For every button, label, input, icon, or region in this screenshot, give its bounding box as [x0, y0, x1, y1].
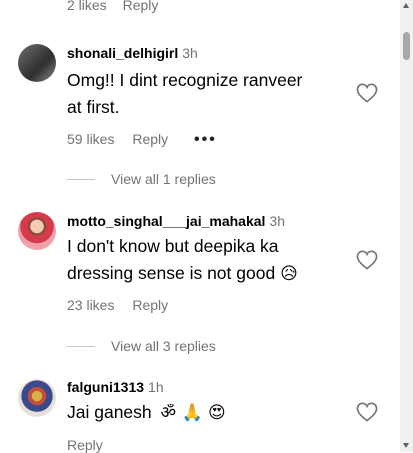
comment-time: 3h [182, 45, 198, 61]
comment-text: I don't know but deepika ka dressing sen… [67, 233, 357, 288]
heart-icon[interactable] [356, 83, 378, 103]
comment-text-line: at first. [67, 97, 120, 117]
comment-text: Omg!! I dint recognize ranveer at first. [67, 67, 367, 121]
scroll-down-arrow-icon[interactable] [403, 443, 409, 448]
heart-icon[interactable] [356, 402, 378, 422]
comment-header: motto_singhal___jai_mahakal 3h [67, 213, 285, 231]
reply-button[interactable]: Reply [67, 437, 103, 453]
top-meta-row: 2 likes Reply [67, 0, 158, 13]
divider-line [67, 346, 95, 348]
comment-text-line: dressing sense is not good [67, 263, 276, 283]
likes-count[interactable]: 2 likes [67, 0, 107, 13]
comment-username[interactable]: falguni1313 [67, 379, 144, 395]
comment-text-line: Omg!! I dint recognize ranveer [67, 70, 303, 90]
scrollbar-thumb[interactable] [403, 32, 410, 60]
likes-count[interactable]: 23 likes [67, 297, 114, 313]
comment-username[interactable]: motto_singhal___jai_mahakal [67, 213, 265, 229]
comment-username[interactable]: shonali_delhigirl [67, 45, 178, 61]
comment-header: shonali_delhigirl 3h [67, 45, 198, 63]
view-replies-button[interactable]: View all 1 replies [111, 171, 216, 187]
heart-icon[interactable] [356, 250, 378, 270]
comment-header: falguni1313 1h [67, 379, 164, 397]
avatar[interactable] [18, 212, 56, 250]
view-replies-button[interactable]: View all 3 replies [111, 338, 216, 354]
comment-time: 3h [269, 213, 285, 229]
comment-meta: 23 likes Reply [67, 297, 168, 313]
scrollbar[interactable] [400, 0, 413, 452]
reply-button[interactable]: Reply [123, 0, 159, 13]
likes-count[interactable]: 59 likes [67, 131, 114, 147]
comment-meta: 59 likes Reply ••• [67, 131, 217, 149]
comment-text-line: Jai ganesh [67, 402, 152, 422]
comment-text-line: I don't know but deepika ka [67, 236, 279, 256]
scroll-up-arrow-icon[interactable] [403, 3, 409, 8]
reply-button[interactable]: Reply [132, 131, 168, 147]
comment-time: 1h [148, 379, 164, 395]
reply-button[interactable]: Reply [132, 297, 168, 313]
comment-meta: Reply [67, 437, 103, 453]
avatar[interactable] [18, 379, 56, 417]
om-praying-heart-eyes-emoji-icon: ॐ 🙏 😍 [160, 403, 226, 423]
sad-emoji-icon: 😥 [280, 264, 298, 284]
view-replies-row[interactable]: View all 1 replies [67, 171, 216, 189]
avatar[interactable] [18, 44, 56, 82]
more-options-icon[interactable]: ••• [194, 131, 217, 148]
divider-line [67, 179, 95, 181]
view-replies-row[interactable]: View all 3 replies [67, 338, 216, 356]
comment-text: Jai ganesh ॐ 🙏 😍 [67, 399, 226, 427]
